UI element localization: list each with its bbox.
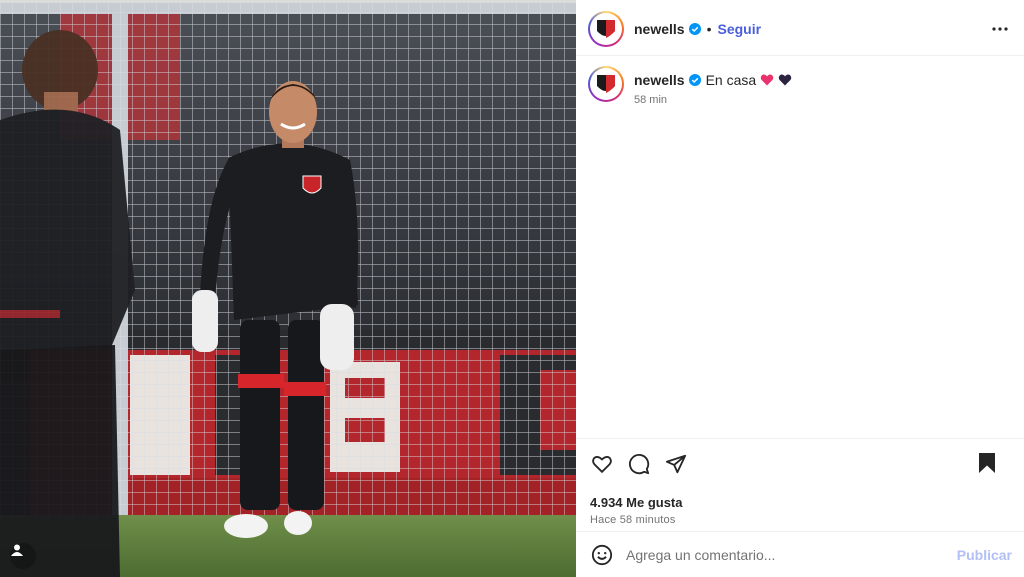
follow-button[interactable]: Seguir bbox=[718, 21, 762, 37]
verified-badge-icon bbox=[688, 74, 701, 86]
caption-text: En casa bbox=[705, 72, 757, 88]
more-options-button[interactable] bbox=[990, 19, 1010, 39]
user-tag-icon bbox=[11, 544, 23, 556]
post-header: newells • Seguir bbox=[576, 3, 1024, 56]
emoji-button[interactable] bbox=[590, 543, 614, 567]
tag-user-button[interactable] bbox=[10, 543, 36, 569]
smiley-icon bbox=[591, 544, 613, 565]
verified-badge-icon bbox=[688, 23, 701, 35]
caption-username[interactable]: newells bbox=[634, 72, 685, 88]
publish-button[interactable]: Publicar bbox=[957, 547, 1012, 563]
comment-input[interactable] bbox=[626, 546, 957, 563]
caption-timestamp: 58 min bbox=[634, 94, 668, 106]
post-timestamp[interactable]: Hace 58 minutos bbox=[590, 514, 1010, 526]
club-crest-icon bbox=[597, 75, 615, 93]
post-actions: 4.934 Me gusta Hace 58 minutos bbox=[576, 438, 1024, 531]
share-button[interactable] bbox=[664, 452, 688, 476]
post-image[interactable] bbox=[0, 0, 576, 577]
save-button[interactable] bbox=[975, 451, 999, 475]
bookmark-filled-icon bbox=[979, 453, 995, 473]
avatar[interactable] bbox=[588, 11, 624, 47]
username-link[interactable]: newells bbox=[634, 21, 685, 37]
post-caption: newells En casa 58 min bbox=[588, 66, 1008, 106]
heart-outline-icon bbox=[592, 456, 612, 474]
caption-avatar[interactable] bbox=[588, 66, 624, 102]
separator-dot: • bbox=[706, 21, 712, 37]
black-heart-emoji-icon bbox=[778, 74, 792, 86]
comment-bar: Publicar bbox=[576, 531, 1024, 577]
red-heart-emoji-icon bbox=[760, 74, 774, 86]
ellipsis-icon bbox=[992, 27, 1008, 31]
post-side-panel: newells • Seguir newells En casa 58 min … bbox=[576, 0, 1024, 577]
like-count[interactable]: 4.934 Me gusta bbox=[590, 495, 1010, 510]
comment-button[interactable] bbox=[627, 452, 651, 476]
goalkeeper-photo bbox=[0, 0, 576, 577]
comment-bubble-icon bbox=[629, 454, 650, 475]
like-button[interactable] bbox=[590, 452, 614, 476]
paper-plane-icon bbox=[665, 454, 687, 474]
club-crest-icon bbox=[597, 20, 615, 38]
